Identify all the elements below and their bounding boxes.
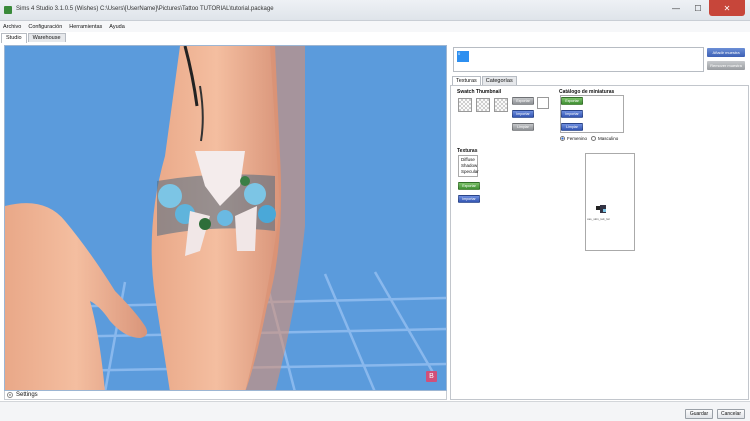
swatch-thumb-3[interactable] bbox=[494, 98, 508, 112]
window-title: Sims 4 Studio 3.1.0.5 (Wishes) C:\Users\… bbox=[16, 6, 274, 12]
menu-archivo[interactable]: Archivo bbox=[3, 24, 21, 30]
app-icon bbox=[4, 6, 12, 14]
swatch-list[interactable]: 0 bbox=[453, 47, 704, 72]
preview-caption: cas_skin_tatt_lwr bbox=[587, 217, 611, 221]
cancel-button[interactable]: Cancelar bbox=[717, 409, 745, 419]
main-tabs: Studio Warehouse bbox=[0, 33, 66, 43]
add-swatch-button[interactable]: Añadir muestra bbox=[707, 48, 745, 57]
swatch-import-button[interactable]: Importar bbox=[512, 110, 534, 118]
swatch-color-box[interactable] bbox=[537, 97, 549, 109]
settings-label: Settings bbox=[16, 392, 38, 398]
maximize-button[interactable]: ☐ bbox=[687, 0, 709, 16]
radio-femenino-label: Femenino bbox=[567, 136, 588, 141]
radio-masculino-label: Masculino bbox=[598, 136, 619, 141]
panel-tabs: Texturas Categorías bbox=[452, 76, 517, 85]
texture-item-specular[interactable]: Specular bbox=[461, 169, 479, 175]
radio-checked-icon[interactable] bbox=[560, 136, 565, 141]
save-button[interactable]: Guardar bbox=[685, 409, 713, 419]
footer-bar: Guardar Cancelar bbox=[0, 401, 750, 421]
tab-warehouse[interactable]: Warehouse bbox=[27, 33, 66, 42]
menu-ayuda[interactable]: Ayuda bbox=[109, 24, 125, 30]
3d-viewport[interactable]: B bbox=[4, 45, 447, 391]
viewport-badge[interactable]: B bbox=[426, 371, 437, 382]
catalog-import-button[interactable]: Importar bbox=[561, 110, 583, 118]
textures-tab-content: Swatch Thumbnail Exportar Importar Limpi… bbox=[450, 85, 749, 400]
menu-herramientas[interactable]: Herramientas bbox=[69, 24, 102, 30]
right-panel: 0 Añadir muestra Remover muestra Textura… bbox=[449, 44, 750, 400]
radio-masculino[interactable]: Masculino bbox=[591, 136, 618, 141]
swatch-clear-button[interactable]: Limpiar bbox=[512, 123, 534, 131]
texture-preview-image bbox=[596, 205, 606, 213]
swatch-export-button[interactable]: Exportar bbox=[512, 97, 534, 105]
tab-categorias[interactable]: Categorías bbox=[481, 76, 517, 85]
tab-studio[interactable]: Studio bbox=[1, 33, 27, 43]
swatch-thumb-2[interactable] bbox=[476, 98, 490, 112]
swatch-thumb-1[interactable] bbox=[458, 98, 472, 112]
swatch-index: 0 bbox=[458, 51, 461, 56]
tab-texturas[interactable]: Texturas bbox=[452, 76, 481, 85]
title-bar: Sims 4 Studio 3.1.0.5 (Wishes) C:\Users\… bbox=[0, 0, 750, 21]
minimize-button[interactable]: — bbox=[665, 0, 687, 16]
settings-bar[interactable]: v Settings bbox=[4, 391, 447, 400]
selected-swatch[interactable]: 0 bbox=[457, 51, 469, 62]
texture-preview: cas_skin_tatt_lwr bbox=[585, 153, 635, 251]
texture-import-button[interactable]: Importar bbox=[458, 195, 480, 203]
texture-export-button[interactable]: Exportar bbox=[458, 182, 480, 190]
catalog-clear-button[interactable]: Limpiar bbox=[561, 123, 583, 131]
menu-bar: Archivo Configuración Herramientas Ayuda bbox=[0, 21, 750, 32]
hand bbox=[5, 203, 148, 390]
close-button[interactable]: ✕ bbox=[709, 0, 745, 16]
chevron-down-icon[interactable]: v bbox=[7, 392, 13, 398]
viewport-scene bbox=[5, 46, 446, 390]
texture-list[interactable]: Diffuse Shadow Specular bbox=[458, 155, 479, 177]
remove-swatch-button[interactable]: Remover muestra bbox=[707, 61, 745, 70]
radio-unchecked-icon[interactable] bbox=[591, 136, 596, 141]
radio-femenino[interactable]: Femenino bbox=[560, 136, 587, 141]
textures-title: Texturas bbox=[457, 148, 478, 154]
catalog-export-button[interactable]: Exportar bbox=[561, 97, 583, 105]
menu-configuracion[interactable]: Configuración bbox=[28, 24, 62, 30]
swatch-thumbnail-title: Swatch Thumbnail bbox=[457, 89, 502, 95]
